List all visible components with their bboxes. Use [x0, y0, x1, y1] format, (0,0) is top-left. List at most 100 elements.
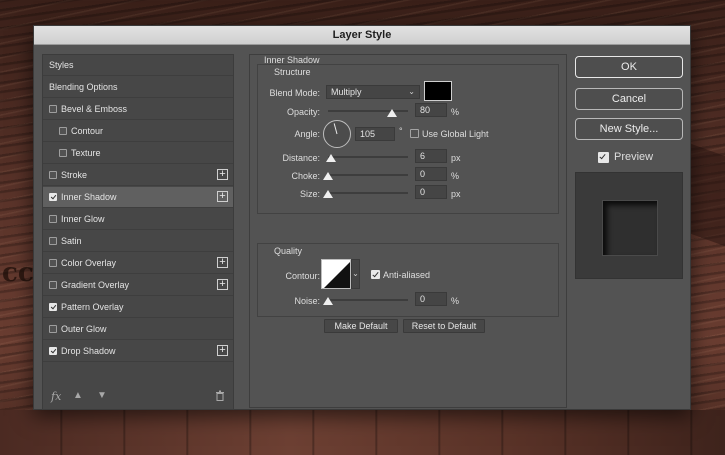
style-label: Satin — [61, 236, 82, 246]
reset-to-default-button[interactable]: Reset to Default — [403, 319, 485, 333]
fx-icon[interactable]: fx — [51, 390, 61, 403]
styles-list-item[interactable]: Color Overlay + — [43, 253, 233, 274]
use-global-light-label: Use Global Light — [422, 129, 489, 139]
styles-list-item[interactable]: Texture — [43, 143, 233, 164]
styles-list-item[interactable]: Satin — [43, 231, 233, 252]
noise-slider-track[interactable] — [328, 299, 408, 301]
distance-slider-track[interactable] — [328, 156, 408, 158]
structure-heading: Structure — [274, 67, 311, 77]
choke-input[interactable]: 0 — [415, 167, 447, 181]
opacity-input[interactable]: 80 — [415, 103, 447, 117]
new-style-button[interactable]: New Style... — [575, 118, 683, 140]
angle-dial[interactable] — [323, 120, 351, 148]
cancel-button[interactable]: Cancel — [575, 88, 683, 110]
blend-mode-select[interactable]: Multiply ⌄ — [326, 85, 420, 99]
style-label: Gradient Overlay — [61, 280, 130, 290]
add-plus-icon[interactable]: + — [217, 345, 228, 356]
opacity-unit: % — [451, 107, 460, 117]
choke-unit: % — [451, 171, 460, 181]
styles-list-footer: fx ▲ ▼ — [43, 385, 233, 409]
style-checkbox[interactable] — [49, 281, 57, 289]
arrow-down-icon[interactable]: ▼ — [97, 390, 107, 401]
blend-mode-label: Blend Mode: — [269, 88, 320, 98]
noise-slider-thumb[interactable] — [323, 297, 333, 305]
distance-label: Distance: — [282, 153, 320, 163]
style-label: Inner Glow — [61, 214, 105, 224]
style-checkbox[interactable] — [49, 171, 57, 179]
styles-list-item[interactable]: Blending Options — [43, 77, 233, 98]
style-checkbox[interactable] — [49, 237, 57, 245]
style-checkbox[interactable] — [49, 325, 57, 333]
style-checkbox[interactable] — [49, 193, 57, 201]
size-input[interactable]: 0 — [415, 185, 447, 199]
style-checkbox[interactable] — [49, 259, 57, 267]
size-label: Size: — [299, 189, 320, 199]
make-default-button[interactable]: Make Default — [324, 319, 398, 333]
background-wood — [0, 410, 725, 455]
dialog-title: Layer Style — [34, 26, 690, 45]
opacity-slider-thumb[interactable] — [387, 109, 397, 117]
structure-group: Structure Blend Mode: Multiply ⌄ Opacity… — [257, 64, 559, 214]
styles-list-item[interactable]: Stroke + — [43, 165, 233, 186]
add-plus-icon[interactable]: + — [217, 191, 228, 202]
quality-heading: Quality — [274, 246, 303, 256]
styles-list-item[interactable]: Inner Glow — [43, 209, 233, 230]
contour-dropdown-chevron-icon[interactable]: ⌄ — [351, 259, 360, 289]
quality-group: Quality Contour: ⌄ Anti-aliased Noise: 0… — [257, 243, 559, 317]
style-checkbox[interactable] — [49, 347, 57, 355]
style-checkbox[interactable] — [49, 303, 57, 311]
arrow-up-icon[interactable]: ▲ — [73, 390, 83, 401]
style-label: Inner Shadow — [61, 192, 117, 202]
style-checkbox[interactable] — [49, 215, 57, 223]
style-checkbox[interactable] — [59, 149, 67, 157]
anti-aliased-label: Anti-aliased — [383, 270, 431, 280]
noise-unit: % — [451, 296, 460, 306]
style-checkbox[interactable] — [59, 127, 67, 135]
styles-list-item[interactable]: Gradient Overlay + — [43, 275, 233, 296]
distance-unit: px — [451, 153, 461, 163]
add-plus-icon[interactable]: + — [217, 257, 228, 268]
distance-input[interactable]: 6 — [415, 149, 447, 163]
styles-list-item[interactable]: Outer Glow — [43, 319, 233, 340]
layer-style-dialog: Layer Style Styles Blending Options Bevel … — [33, 25, 691, 410]
preview-swatch — [603, 201, 657, 255]
contour-picker[interactable] — [321, 259, 351, 289]
size-slider-track[interactable] — [328, 192, 408, 194]
ok-button[interactable]: OK — [575, 56, 683, 78]
size-slider-thumb[interactable] — [323, 190, 333, 198]
choke-slider-track[interactable] — [328, 174, 408, 176]
preview-label: Preview — [614, 151, 654, 163]
style-label: Contour — [71, 126, 104, 136]
style-label: Pattern Overlay — [61, 302, 124, 312]
anti-aliased-checkbox[interactable] — [371, 270, 380, 279]
preview-checkbox[interactable] — [598, 152, 609, 163]
add-plus-icon[interactable]: + — [217, 169, 228, 180]
styles-list-item[interactable]: Styles — [43, 55, 233, 76]
use-global-light-checkbox[interactable] — [410, 129, 419, 138]
add-plus-icon[interactable]: + — [217, 279, 228, 290]
angle-label: Angle: — [294, 129, 320, 139]
style-label: Stroke — [61, 170, 88, 180]
styles-list-item[interactable]: Drop Shadow + — [43, 341, 233, 362]
distance-slider-thumb[interactable] — [326, 154, 336, 162]
style-checkbox[interactable] — [49, 105, 57, 113]
angle-dial-needle — [333, 123, 338, 135]
contour-label: Contour: — [285, 271, 320, 281]
size-unit: px — [451, 189, 461, 199]
angle-unit: ° — [399, 126, 403, 136]
inner-shadow-settings: Inner Shadow Structure Blend Mode: Multi… — [249, 54, 567, 408]
style-label: Color Overlay — [61, 258, 117, 268]
style-preview — [575, 172, 683, 279]
style-label: Styles — [49, 60, 74, 70]
styles-list-item[interactable]: Bevel & Emboss — [43, 99, 233, 120]
choke-slider-thumb[interactable] — [323, 172, 333, 180]
styles-list-item[interactable]: Contour — [43, 121, 233, 142]
styles-list-item[interactable]: Inner Shadow + — [43, 187, 233, 208]
choke-label: Choke: — [291, 171, 320, 181]
trash-icon[interactable] — [215, 390, 225, 404]
blend-mode-value: Multiply — [331, 87, 362, 97]
blend-color-swatch[interactable] — [424, 81, 452, 101]
angle-input[interactable]: 105 — [355, 127, 395, 141]
noise-input[interactable]: 0 — [415, 292, 447, 306]
styles-list-item[interactable]: Pattern Overlay — [43, 297, 233, 318]
